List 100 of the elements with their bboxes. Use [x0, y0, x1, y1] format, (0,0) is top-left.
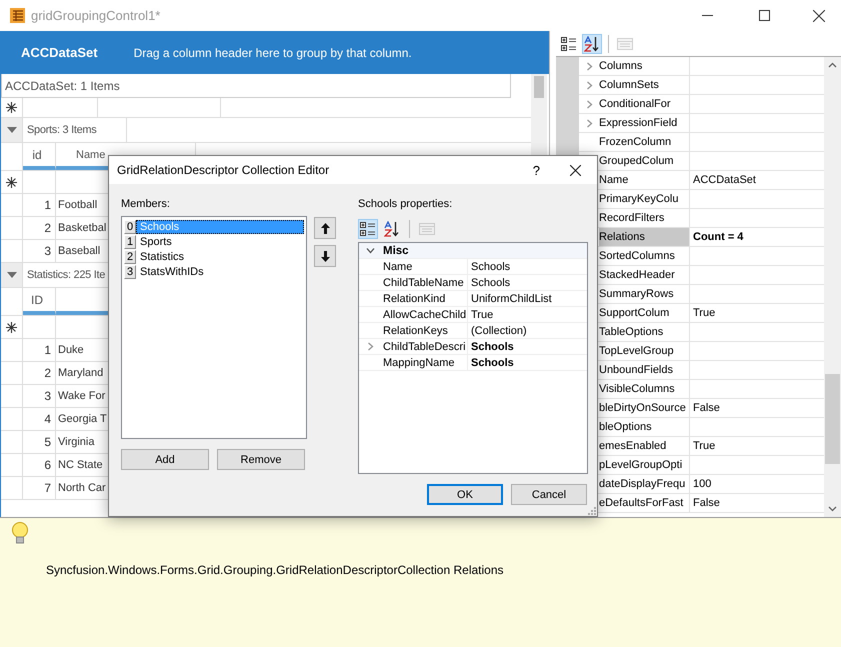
- property-value[interactable]: True: [690, 437, 824, 455]
- property-name[interactable]: UnboundFields: [599, 361, 690, 379]
- property-name[interactable]: TopLevelGroup: [599, 342, 690, 360]
- help-button[interactable]: ?: [532, 162, 540, 178]
- resize-grip-icon[interactable]: [586, 505, 596, 515]
- property-name[interactable]: SortedColumns: [599, 247, 690, 265]
- property-name[interactable]: Columns: [599, 57, 690, 75]
- property-name[interactable]: TableOptions: [599, 323, 690, 341]
- property-value[interactable]: Schools: [468, 259, 587, 274]
- property-name[interactable]: bleDirtyOnSource: [599, 399, 690, 417]
- categorized-icon: [561, 36, 577, 52]
- table-cell: 3: [23, 240, 56, 262]
- chevron-right-icon[interactable]: [584, 118, 594, 128]
- table-cell: 1: [23, 194, 56, 216]
- property-name[interactable]: FrozenColumn: [599, 133, 690, 151]
- members-label: Members:: [121, 197, 171, 212]
- scrollbar-thumb[interactable]: [534, 76, 544, 98]
- property-value[interactable]: False: [690, 494, 824, 512]
- add-button[interactable]: Add: [121, 449, 209, 470]
- property-value[interactable]: Schools: [468, 275, 587, 290]
- index-label: 1: [124, 234, 136, 248]
- property-name[interactable]: SupportColum: [599, 304, 690, 322]
- table-cell: 7: [23, 477, 56, 499]
- property-name[interactable]: emesEnabled: [599, 437, 690, 455]
- pages-icon: [617, 36, 633, 52]
- column-header[interactable]: ID: [23, 288, 56, 315]
- table-cell: 6: [23, 454, 56, 476]
- property-name[interactable]: ChildTableDescri: [381, 339, 468, 354]
- table-cell: 2: [23, 362, 56, 384]
- property-name[interactable]: StackedHeader: [599, 266, 690, 284]
- properties-label: Schools properties:: [358, 197, 454, 212]
- property-name[interactable]: dateDisplayFrequ: [599, 475, 690, 493]
- property-name[interactable]: ChildTableName: [381, 275, 468, 290]
- chevron-right-icon[interactable]: [584, 62, 594, 70]
- column-header[interactable]: id: [23, 143, 56, 170]
- table-name: ACCDataSet: [21, 45, 98, 60]
- property-name[interactable]: MappingName: [381, 355, 468, 370]
- property-name[interactable]: GroupedColum: [599, 152, 690, 170]
- members-list[interactable]: 0 Schools 1 Sports 2 Statistics 3 StatsWithIDs: [121, 216, 307, 439]
- description-text: Syncfusion.Windows.Forms.Grid.Grouping.GridRelationDescriptorCollection Relations: [46, 563, 505, 577]
- table-cell: 1: [23, 339, 56, 361]
- property-name[interactable]: RelationKind: [381, 291, 468, 306]
- scrollbar-thumb[interactable]: [825, 374, 840, 464]
- property-value[interactable]: Schools: [468, 355, 587, 370]
- property-name[interactable]: SummaryRows: [599, 285, 690, 303]
- property-name[interactable]: AllowCacheChild: [381, 307, 468, 322]
- chevron-right-icon[interactable]: [584, 80, 594, 90]
- property-name[interactable]: Relations: [599, 228, 690, 246]
- property-name[interactable]: RelationKeys: [381, 323, 468, 338]
- property-value[interactable]: 100: [690, 475, 824, 493]
- arrow-down-icon: [320, 250, 330, 262]
- ok-button[interactable]: OK: [427, 484, 503, 505]
- property-value[interactable]: True: [690, 304, 824, 322]
- property-name[interactable]: VisibleColumns: [599, 380, 690, 398]
- group-caption: Sports: 3 Items: [23, 118, 127, 142]
- sort-icon: [384, 221, 400, 237]
- property-name[interactable]: eDefaultsForFast: [599, 494, 690, 512]
- property-value[interactable]: UniformChildList: [468, 291, 587, 306]
- chevron-down-icon[interactable]: [366, 246, 374, 255]
- property-name[interactable]: Name: [381, 259, 468, 274]
- scroll-down-icon[interactable]: [828, 506, 837, 512]
- property-name[interactable]: ColumnSets: [599, 76, 690, 94]
- categorized-view-button[interactable]: [358, 219, 378, 239]
- property-name[interactable]: PrimaryKeyColu: [599, 190, 690, 208]
- move-up-button[interactable]: [314, 217, 336, 239]
- property-name[interactable]: Name: [599, 171, 690, 189]
- property-value[interactable]: Schools: [468, 339, 587, 354]
- remove-button[interactable]: Remove: [217, 449, 305, 470]
- chevron-right-icon[interactable]: [584, 100, 594, 108]
- asterisk-icon: [6, 322, 17, 332]
- asterisk-icon: [6, 102, 17, 113]
- maximize-icon[interactable]: [759, 10, 770, 20]
- sort-icon: [584, 36, 600, 52]
- member-item[interactable]: StatsWithIDs: [136, 264, 304, 278]
- property-value[interactable]: ACCDataSet: [690, 171, 824, 189]
- cancel-button[interactable]: Cancel: [511, 484, 587, 505]
- close-icon[interactable]: [570, 164, 581, 176]
- scroll-up-icon[interactable]: [828, 62, 837, 68]
- property-value[interactable]: True: [468, 307, 587, 322]
- property-value[interactable]: (Collection): [468, 323, 587, 338]
- property-value[interactable]: Count = 4: [690, 228, 824, 246]
- index-label: 3: [124, 264, 136, 278]
- property-name[interactable]: RecordFilters: [599, 209, 690, 227]
- property-value[interactable]: False: [690, 399, 824, 417]
- index-label: 0: [124, 220, 136, 234]
- dialog-title: GridRelationDescriptor Collection Editor: [117, 163, 330, 177]
- property-name[interactable]: bleOptions: [599, 418, 690, 436]
- chevron-right-icon[interactable]: [366, 342, 374, 351]
- alphabetical-view-button[interactable]: [582, 34, 602, 54]
- close-icon[interactable]: [813, 10, 825, 22]
- pages-icon: [419, 221, 435, 237]
- table-cell: 5: [23, 431, 56, 453]
- collapse-arrow-icon[interactable]: [6, 270, 16, 280]
- property-name[interactable]: pLevelGroupOpti: [599, 456, 690, 474]
- property-name[interactable]: ConditionalFor: [599, 95, 690, 113]
- move-down-button[interactable]: [314, 245, 336, 267]
- lightbulb-icon: [11, 522, 29, 546]
- collapse-arrow-icon[interactable]: [6, 125, 16, 135]
- asterisk-icon: [6, 176, 17, 188]
- property-name[interactable]: ExpressionField: [599, 114, 690, 132]
